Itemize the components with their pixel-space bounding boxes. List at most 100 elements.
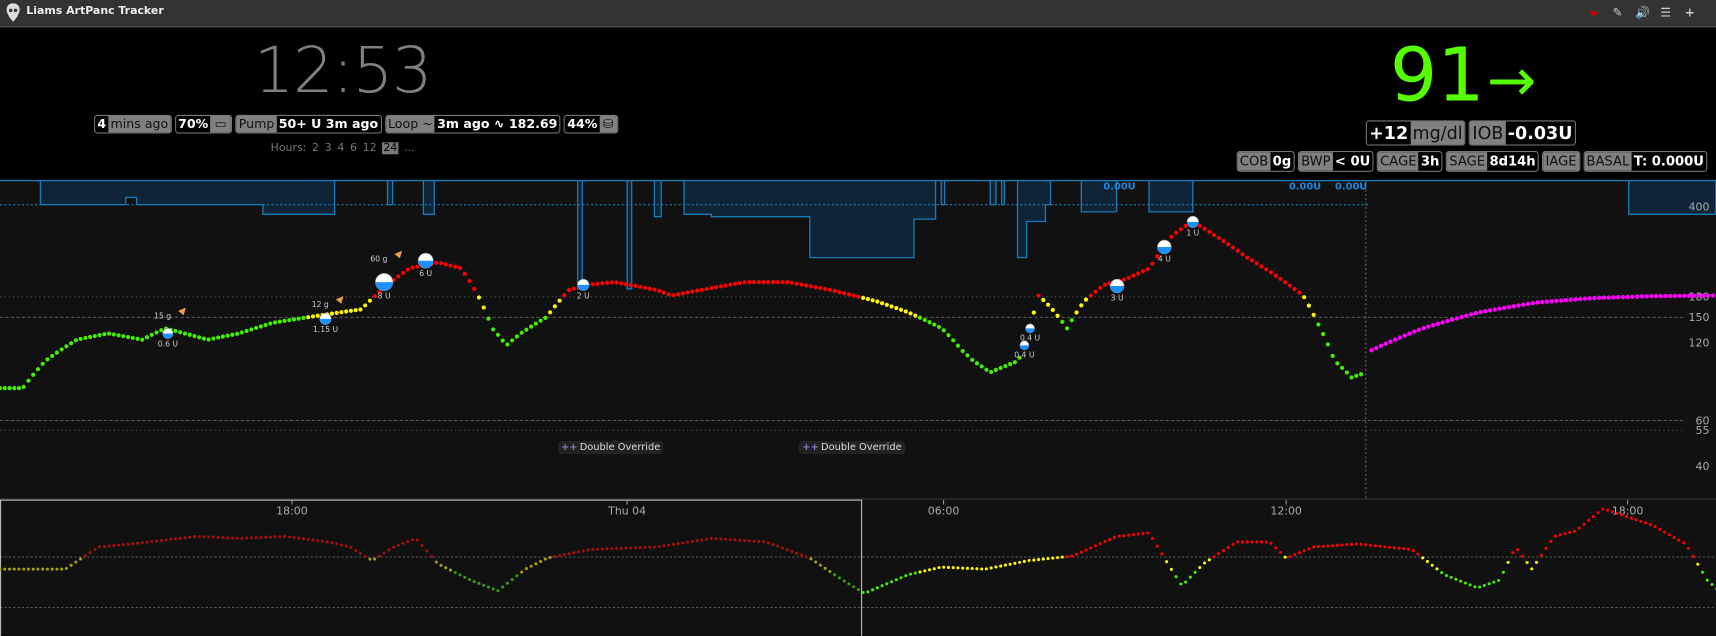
glucose-reading	[941, 328, 946, 333]
brush-reading	[1283, 555, 1287, 559]
glucose-reading	[315, 313, 320, 318]
glucose-reading	[1211, 232, 1217, 237]
brush-reading	[1240, 540, 1245, 544]
glucose-reading	[851, 293, 856, 298]
forecast-point	[1430, 323, 1436, 328]
brush-reading	[1625, 515, 1629, 519]
brush-reading	[491, 587, 495, 591]
glucose-reading	[652, 287, 657, 292]
brush-reading	[1074, 552, 1079, 556]
glucose-reading	[476, 295, 482, 300]
glucose-reading	[401, 270, 406, 276]
brush-reading	[524, 567, 528, 571]
brush-reading	[112, 544, 116, 548]
brush-reading	[1345, 543, 1349, 547]
brush-reading	[956, 566, 960, 570]
brush-reading	[567, 552, 571, 556]
glucose-reading	[1045, 302, 1051, 307]
brush-reading	[50, 567, 54, 571]
brush-reading	[453, 570, 457, 575]
glucose-reading	[1254, 261, 1259, 266]
glucose-reading	[623, 282, 629, 287]
glucose-reading	[149, 332, 154, 337]
brush-reading	[1222, 548, 1226, 553]
forecast-point	[1568, 297, 1573, 303]
override-marker[interactable]: ++ Double Override	[798, 441, 905, 455]
bolus-label: 0.4 U	[1020, 334, 1040, 343]
brush-reading	[1259, 540, 1264, 544]
glucose-reading	[216, 335, 221, 340]
glucose-reading	[1121, 277, 1127, 282]
brush-reading	[1535, 560, 1539, 564]
brush-reading	[235, 536, 239, 540]
brush-reading	[529, 564, 533, 568]
forecast-point	[1649, 293, 1654, 299]
brush-reading	[230, 536, 234, 540]
brush-reading	[510, 577, 514, 582]
brush-reading	[164, 538, 168, 542]
glucose-reading	[818, 286, 823, 291]
brush-reading	[1425, 560, 1429, 564]
brush-reading	[1089, 546, 1093, 550]
override-marker[interactable]: ++ Double Override	[557, 441, 664, 455]
glucose-reading	[254, 325, 259, 331]
glucose-reading	[1178, 227, 1183, 232]
glucose-reading	[557, 298, 562, 303]
brush-reading	[1568, 530, 1572, 534]
brush-reading	[1051, 556, 1055, 560]
forecast-point	[1563, 298, 1569, 303]
brush-reading	[728, 538, 732, 542]
glucose-reading	[676, 292, 681, 297]
glucose-reading	[1292, 286, 1297, 292]
brush-reading	[809, 557, 813, 561]
brush-reading	[1174, 575, 1178, 579]
glucose-reading	[21, 384, 26, 389]
brush-reading	[448, 568, 453, 572]
brush-reading	[254, 536, 258, 540]
brush-reading	[1430, 563, 1434, 567]
brush-reading	[610, 547, 614, 551]
bolus-marker: 8 U	[375, 273, 394, 301]
brush-reading	[686, 540, 690, 544]
brush-reading	[1402, 547, 1406, 551]
glucose-chart[interactable]: 0.00U0.00U0.00U40018015012060554015 g12 …	[0, 0, 1716, 636]
glucose-reading	[12, 386, 17, 391]
brush-reading	[1506, 560, 1510, 564]
glucose-reading	[633, 283, 638, 289]
forecast-point	[1502, 305, 1507, 311]
brush-reading	[173, 537, 178, 541]
brush-reading	[202, 535, 206, 539]
forecast-point	[1620, 294, 1626, 300]
brush-reading	[358, 551, 362, 555]
brush-reading	[150, 540, 154, 544]
glucose-reading	[747, 280, 752, 285]
brush-reading	[107, 544, 111, 548]
brush-reading	[221, 536, 225, 540]
brush-reading	[439, 563, 443, 567]
brush-reading	[1150, 536, 1154, 540]
brush-reading	[1663, 530, 1667, 534]
glucose-reading	[92, 333, 97, 339]
glucose-reading	[794, 281, 799, 286]
glucose-reading	[837, 290, 842, 295]
glucose-reading	[173, 328, 178, 334]
brush-reading	[1122, 534, 1126, 538]
brush-reading	[1563, 532, 1567, 536]
glucose-reading	[448, 263, 453, 268]
glucose-reading	[372, 294, 377, 299]
brush-reading	[188, 535, 192, 539]
brush-reading	[899, 576, 903, 580]
brush-reading	[458, 573, 462, 577]
glucose-reading	[1311, 312, 1316, 317]
glucose-reading	[1197, 223, 1202, 228]
brush-reading	[596, 547, 600, 551]
glucose-reading	[1136, 271, 1141, 276]
brush-reading	[320, 539, 325, 543]
brush-reading	[420, 543, 424, 548]
brush-reading	[1184, 580, 1188, 584]
brush-reading	[1610, 510, 1614, 514]
brush-reading	[714, 537, 718, 541]
brush-reading	[761, 540, 766, 544]
brush-reading	[1629, 516, 1633, 520]
brush-reading	[1335, 543, 1339, 547]
